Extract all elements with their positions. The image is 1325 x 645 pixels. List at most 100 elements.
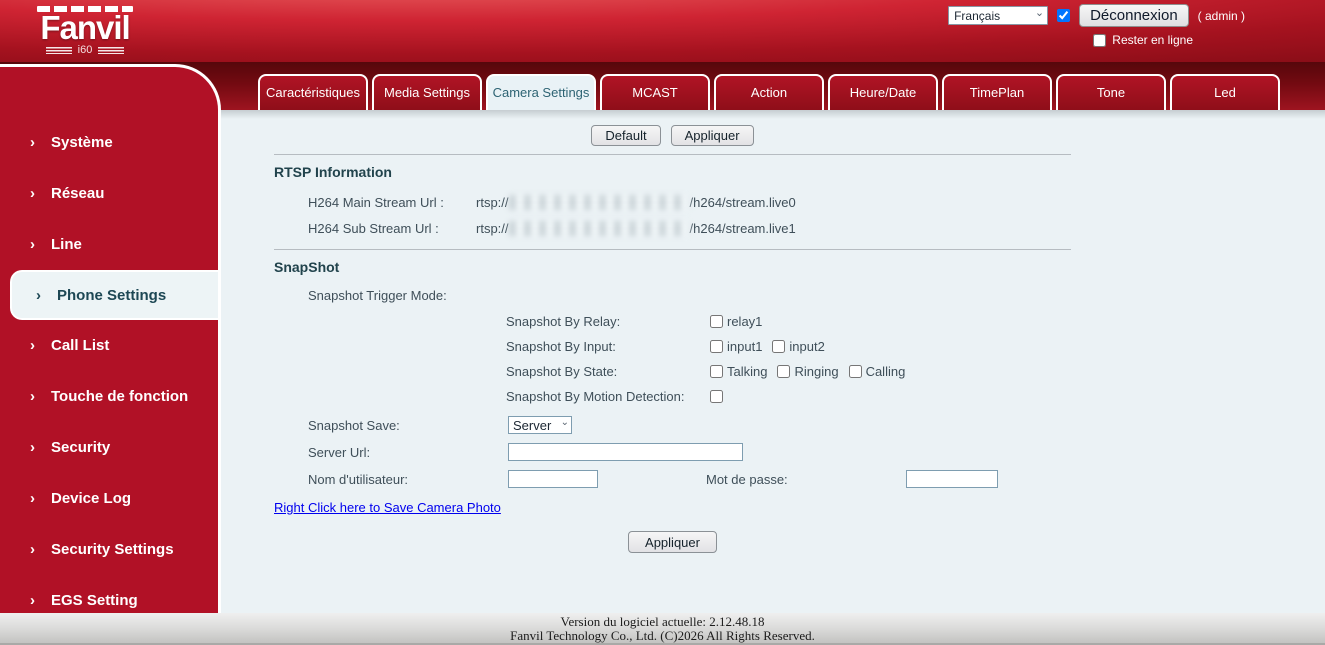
snapshot-by-motion-row: Snapshot By Motion Detection: bbox=[274, 389, 1071, 404]
snapshot-by-motion-label: Snapshot By Motion Detection: bbox=[506, 389, 685, 404]
ringing-option: Ringing bbox=[777, 364, 839, 379]
sidebar-item-label: Phone Settings bbox=[57, 286, 167, 304]
camera-settings-form: Default Appliquer RTSP Information H264 … bbox=[274, 119, 1071, 553]
server-url-label: Server Url: bbox=[308, 444, 371, 460]
sidebar-item-touche-de-fonction[interactable]: › Touche de fonction bbox=[0, 371, 218, 422]
rtsp-section-title: RTSP Information bbox=[274, 164, 392, 180]
chevron-right-icon: › bbox=[36, 286, 41, 304]
save-photo-link-row: Right Click here to Save Camera Photo bbox=[274, 500, 1071, 515]
relay1-option: relay1 bbox=[710, 314, 762, 329]
snapshot-save-row: Snapshot Save: Server ⌄ bbox=[274, 416, 1071, 434]
tab-media-settings[interactable]: Media Settings bbox=[372, 74, 482, 110]
header-controls: Français ⌄ Déconnexion ( admin ) bbox=[948, 4, 1245, 27]
language-select[interactable]: Français bbox=[948, 6, 1049, 25]
sidebar-item-security-settings[interactable]: › Security Settings bbox=[0, 524, 218, 575]
h264-sub-stream-row: H264 Sub Stream Url : rtsp:// /h264/strea… bbox=[274, 221, 1071, 236]
sidebar-item-call-list[interactable]: › Call List bbox=[0, 320, 218, 371]
fanvil-logo: Fanvil i60 bbox=[35, 6, 135, 56]
url-suffix: /h264/stream.live0 bbox=[689, 195, 796, 210]
calling-option: Calling bbox=[848, 364, 906, 379]
snapshot-section-title: SnapShot bbox=[274, 259, 340, 275]
apply-button-bottom[interactable]: Appliquer bbox=[628, 531, 717, 553]
sidebar-item-label: Call List bbox=[51, 337, 110, 354]
sidebar-item-label: Line bbox=[51, 236, 82, 253]
divider bbox=[274, 154, 1071, 155]
ringing-label: Ringing bbox=[794, 364, 839, 379]
footer-copyright: Fanvil Technology Co., Ltd. (C)2026 All … bbox=[510, 628, 815, 643]
sidebar-item-label: EGS Setting bbox=[51, 592, 138, 609]
keep-online-checkbox[interactable] bbox=[1093, 33, 1107, 47]
relay1-checkbox[interactable] bbox=[710, 315, 723, 328]
input1-label: input1 bbox=[727, 339, 763, 354]
apply-button-top[interactable]: Appliquer bbox=[670, 125, 754, 146]
footer: Version du logiciel actuelle: 2.12.48.18… bbox=[0, 613, 1325, 645]
input1-checkbox[interactable] bbox=[710, 340, 723, 353]
relay1-label: relay1 bbox=[727, 314, 763, 329]
username-input[interactable] bbox=[508, 470, 598, 488]
tab-tone[interactable]: Tone bbox=[1056, 74, 1166, 110]
talking-label: Talking bbox=[727, 364, 768, 379]
logo-lines-right bbox=[98, 46, 125, 54]
calling-label: Calling bbox=[865, 364, 906, 379]
motion-option bbox=[710, 390, 723, 403]
sidebar-item-device-log[interactable]: › Device Log bbox=[0, 473, 218, 524]
tab-camera-settings[interactable]: Camera Settings bbox=[486, 74, 596, 110]
calling-checkbox[interactable] bbox=[848, 365, 862, 378]
chevron-right-icon: › bbox=[30, 541, 35, 558]
default-button[interactable]: Default bbox=[591, 125, 661, 146]
snapshot-save-select-wrap: Server ⌄ bbox=[508, 416, 572, 434]
logo-lines-left bbox=[45, 46, 72, 54]
ringing-checkbox[interactable] bbox=[777, 365, 791, 378]
input2-checkbox[interactable] bbox=[772, 340, 786, 353]
snapshot-by-state-label: Snapshot By State: bbox=[506, 364, 618, 379]
keep-online-row: Rester en ligne bbox=[1093, 33, 1193, 47]
server-url-row: Server Url: bbox=[274, 443, 1071, 461]
sidebar-item-line[interactable]: › Line bbox=[0, 219, 218, 270]
talking-checkbox[interactable] bbox=[710, 365, 723, 378]
chevron-right-icon: › bbox=[30, 236, 35, 253]
snapshot-by-relay-row: Snapshot By Relay: relay1 bbox=[274, 314, 1071, 329]
talking-option: Talking bbox=[710, 364, 767, 379]
tab-action[interactable]: Action bbox=[714, 74, 824, 110]
sidebar-item-phone-settings[interactable]: › Phone Settings bbox=[10, 270, 218, 320]
sidebar-item-security[interactable]: › Security bbox=[0, 422, 218, 473]
password-input[interactable] bbox=[906, 470, 998, 488]
chevron-right-icon: › bbox=[30, 490, 35, 507]
logout-confirm-checkbox[interactable] bbox=[1057, 9, 1071, 22]
sidebar-item-label: Security Settings bbox=[51, 541, 174, 558]
chevron-right-icon: › bbox=[30, 592, 35, 609]
input2-label: input2 bbox=[789, 339, 825, 354]
server-url-input[interactable] bbox=[508, 443, 743, 461]
apply-button-row: Appliquer bbox=[274, 531, 1071, 553]
tab-heure-date[interactable]: Heure/Date bbox=[828, 74, 938, 110]
save-camera-photo-link[interactable]: Right Click here to Save Camera Photo bbox=[274, 500, 501, 515]
h264-sub-stream-url: rtsp:// /h264/stream.live1 bbox=[476, 221, 796, 236]
snapshot-by-state-row: Snapshot By State: Talking Ringing Calli… bbox=[274, 364, 1071, 379]
redacted-url-segment bbox=[508, 195, 690, 210]
sidebar-item-label: Security bbox=[51, 439, 111, 456]
snapshot-by-input-row: Snapshot By Input: input1 input2 bbox=[274, 339, 1071, 354]
brand-name: Fanvil bbox=[40, 9, 130, 46]
sidebar-item-systeme[interactable]: › Système bbox=[0, 117, 218, 168]
url-prefix: rtsp:// bbox=[476, 221, 509, 236]
logo-model-row: i60 bbox=[35, 44, 135, 56]
tab-timeplan[interactable]: TimePlan bbox=[942, 74, 1052, 110]
url-prefix: rtsp:// bbox=[476, 195, 509, 210]
chevron-right-icon: › bbox=[30, 134, 35, 151]
credentials-row: Nom d'utilisateur: Mot de passe: bbox=[274, 470, 1071, 488]
keep-online-label: Rester en ligne bbox=[1112, 33, 1193, 47]
top-button-row: Default Appliquer bbox=[274, 119, 1071, 146]
tab-mcast[interactable]: MCAST bbox=[600, 74, 710, 110]
logout-button[interactable]: Déconnexion bbox=[1079, 4, 1189, 27]
password-label: Mot de passe: bbox=[706, 471, 788, 487]
tab-led[interactable]: Led bbox=[1170, 74, 1280, 110]
snapshot-by-relay-label: Snapshot By Relay: bbox=[506, 314, 621, 329]
page: Fanvil i60 Français ⌄ Déconnexion ( admi… bbox=[0, 0, 1325, 645]
sidebar-item-reseau[interactable]: › Réseau bbox=[0, 168, 218, 219]
input1-option: input1 bbox=[710, 339, 762, 354]
motion-detection-checkbox[interactable] bbox=[710, 390, 723, 403]
tab-caracteristiques[interactable]: Caractéristiques bbox=[258, 74, 368, 110]
input2-option: input2 bbox=[772, 339, 825, 354]
admin-label: ( admin ) bbox=[1197, 8, 1245, 23]
snapshot-save-select[interactable]: Server bbox=[508, 416, 572, 434]
